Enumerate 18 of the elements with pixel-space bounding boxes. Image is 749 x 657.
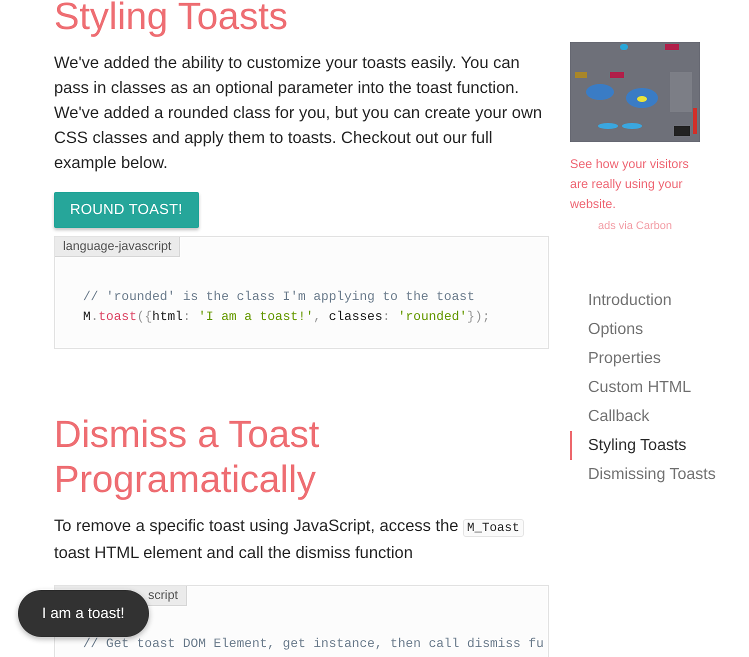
language-label: language-javascript: [55, 237, 180, 257]
toc-link[interactable]: Introduction: [570, 286, 720, 315]
ad-link[interactable]: See how your visitors are really using your website.: [570, 154, 702, 214]
toc-link[interactable]: Options: [570, 315, 720, 344]
section-heading: Styling Toasts: [54, 0, 289, 40]
toast: I am a toast!: [18, 590, 149, 637]
toc-link[interactable]: Custom HTML: [570, 373, 720, 402]
paragraph: To remove a specific toast using JavaScript, access the M_Toast toast HTML element and call the dismiss function: [54, 514, 549, 566]
toc-link[interactable]: Callback: [570, 402, 720, 431]
toc-link[interactable]: Dismissing Toasts: [570, 460, 720, 489]
code-line: // Get toast DOM Element, get instance, then call dismiss fu: [83, 635, 545, 653]
paragraph: We've added the ability to customize your toasts easily. You can pass in classes as an optional parameter into the toast function. We've added a rounded class for you, but you can create your own CSS classes and apply them to toasts. Checkout out our full example below.: [54, 53, 544, 174]
code-line: M.toast({html: 'I am a toast!', classes: 'rounded'});: [83, 308, 492, 326]
toc-link[interactable]: Styling Toasts: [570, 431, 720, 460]
round-toast-button[interactable]: ROUND TOAST!: [54, 192, 199, 228]
section-heading: Dismiss a Toast Programatically: [54, 413, 320, 503]
code-line: // 'rounded' is the class I'm applying to the toast: [83, 288, 476, 306]
toc-link[interactable]: Properties: [570, 344, 720, 373]
